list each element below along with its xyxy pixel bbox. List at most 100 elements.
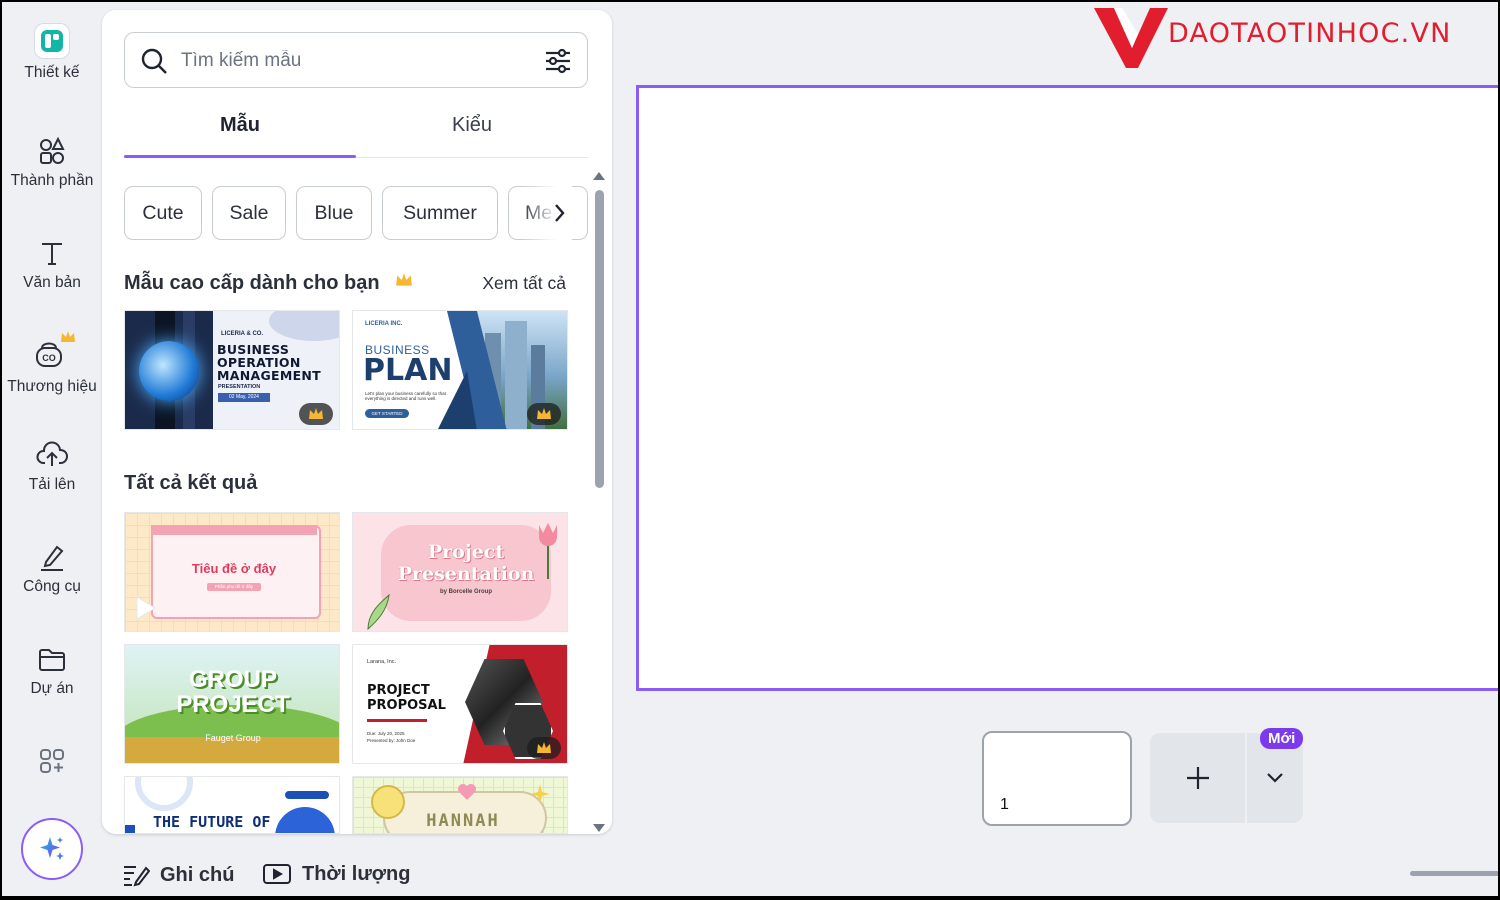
rail-item-apps[interactable]: [2, 746, 102, 776]
template-cta: GET STARTED: [365, 409, 409, 418]
template-title-2: PROJECT: [176, 691, 290, 718]
premium-title-text: Mẫu cao cấp dành cho bạn: [124, 272, 380, 294]
rail-item-upload[interactable]: Tải lên: [2, 440, 102, 494]
template-the-future[interactable]: THE FUTURE OF: [124, 776, 340, 834]
tools-icon: [41, 545, 64, 571]
crown-icon: [309, 408, 323, 419]
apps-icon: [40, 749, 64, 773]
template-project-presentation[interactable]: Project Presentation by Borcelle Group: [352, 512, 568, 632]
premium-badge: [527, 403, 561, 425]
rail-label: Thương hiệu: [7, 378, 97, 395]
template-title: GROUP PROJECT: [125, 666, 339, 718]
rail-item-brand[interactable]: CO Thương hiệu: [2, 331, 102, 396]
scroll-up-icon[interactable]: [592, 170, 606, 182]
see-all-link[interactable]: Xem tất cả: [482, 273, 566, 294]
all-results-title: Tất cả kết quả: [124, 472, 258, 494]
rail-item-projects[interactable]: Dự án: [2, 644, 102, 698]
page-number: 1: [1000, 796, 1009, 813]
left-rail: Thiết kế Thành phần Văn bản CO Thương hi…: [2, 2, 102, 896]
scroll-down-icon[interactable]: [592, 822, 606, 834]
template-title: PROJECT PROPOSAL: [367, 683, 446, 713]
play-icon: [136, 596, 156, 620]
sparkle-icon: [40, 837, 64, 860]
template-business-operation[interactable]: LICERIA & CO. BUSINESS OPERATION MANAGEM…: [124, 310, 340, 430]
template-title: Project Presentation: [381, 541, 551, 585]
chip-summer[interactable]: Summer: [382, 186, 498, 240]
chevron-down-icon: [1267, 773, 1283, 783]
search-box: [124, 32, 588, 88]
site-logo: DAOTAOTINHOC.VN: [1092, 4, 1498, 70]
template-project-proposal[interactable]: Larana, Inc. PROJECT PROPOSAL Due: July …: [352, 644, 568, 764]
template-brand: LICERIA INC.: [365, 321, 403, 327]
template-title-2: Presentation: [397, 563, 535, 585]
page-thumbnail[interactable]: 1: [982, 731, 1132, 826]
template-hannah[interactable]: HANNAH: [352, 776, 568, 834]
upload-icon: [36, 441, 68, 466]
template-brand: LICERIA & CO.: [221, 331, 264, 337]
app-window: Thiết kế Thành phần Văn bản CO Thương hi…: [2, 2, 1498, 896]
template-title: THE FUTURE OF: [153, 813, 271, 831]
premium-badge: [527, 737, 561, 759]
heart-icon: [458, 784, 476, 800]
rail-label: Dự án: [30, 680, 74, 697]
template-title-2: PLAN: [363, 353, 453, 388]
template-title: BUSINESS OPERATION MANAGEMENT: [217, 342, 322, 383]
tulip-icon: [539, 523, 557, 579]
horizontal-scrollbar[interactable]: [1410, 871, 1498, 876]
svg-text:CO: CO: [42, 353, 56, 363]
crown-icon: [537, 742, 551, 753]
folder-icon: [39, 649, 65, 671]
template-subtitle: by Borcelle Group: [439, 589, 492, 595]
crown-icon: [396, 273, 413, 286]
templates-panel: Mẫu Kiểu Cute Sale Blue Summer Me Mẫu ca…: [102, 10, 612, 834]
logo-text: DAOTAOTINHOC.VN: [1168, 18, 1452, 49]
template-desc: Let's plan your business carefully so th…: [365, 391, 446, 401]
template-title-1: Project: [427, 541, 505, 563]
chip-sale[interactable]: Sale: [212, 186, 286, 240]
rail-label: Tải lên: [28, 476, 76, 493]
new-badge: Mới: [1260, 728, 1304, 749]
tab-styles[interactable]: Kiểu: [356, 114, 588, 137]
filter-icon[interactable]: [543, 46, 573, 76]
tab-active-indicator: [124, 155, 356, 158]
template-subtitle: PRESENTATION: [218, 384, 261, 390]
panel-scroll-thumb[interactable]: [595, 190, 604, 488]
rail-label: Văn bản: [23, 274, 81, 291]
template-date: Due: July 20, 2025: [367, 731, 405, 736]
plus-icon: [1186, 767, 1209, 789]
tab-templates[interactable]: Mẫu: [124, 114, 356, 137]
template-group-project[interactable]: GROUP PROJECT Fauget Group: [124, 644, 340, 764]
duration-button[interactable]: Thời lượng: [262, 862, 410, 886]
template-title-here[interactable]: Tiêu đề ở đây Phần phụ đề ở đây: [124, 512, 340, 632]
template-date: 02 May, 2024: [218, 393, 270, 402]
search-input[interactable]: [179, 43, 533, 79]
rail-item-design[interactable]: Thiết kế: [2, 24, 102, 82]
template-subtitle: Fauget Group: [205, 733, 261, 743]
template-title-1: GROUP: [188, 666, 277, 693]
duration-icon: [263, 864, 291, 884]
rail-item-elements[interactable]: Thành phần: [2, 136, 102, 190]
elements-icon: [40, 136, 65, 164]
design-icon: [35, 24, 69, 58]
leaf-icon: [367, 593, 390, 631]
template-presenter: Presented by: John Doe: [367, 738, 416, 743]
crown-icon: [61, 331, 75, 342]
template-business-plan[interactable]: LICERIA INC. BUSINESS PLAN Let's plan yo…: [352, 310, 568, 430]
chevron-right-icon[interactable]: [552, 202, 566, 224]
rail-item-text[interactable]: Văn bản: [2, 238, 102, 292]
rail-label: Thiết kế: [24, 64, 80, 81]
template-title-1: PROJECT: [367, 683, 430, 698]
rail-label: Thành phần: [10, 172, 94, 189]
chip-cute[interactable]: Cute: [124, 186, 202, 240]
rail-label: Công cụ: [23, 578, 81, 595]
sparkle-icon: [530, 784, 550, 804]
add-page-button[interactable]: [1150, 733, 1245, 823]
magic-button[interactable]: [21, 818, 83, 880]
design-canvas[interactable]: [636, 85, 1498, 691]
chip-blue[interactable]: Blue: [296, 186, 372, 240]
template-subtitle: Phần phụ đề ở đây: [207, 583, 261, 591]
rail-item-tools[interactable]: Công cụ: [2, 542, 102, 596]
crown-icon: [537, 408, 551, 419]
notes-button[interactable]: Ghi chú: [122, 862, 234, 888]
duration-label: Thời lượng: [302, 862, 411, 885]
